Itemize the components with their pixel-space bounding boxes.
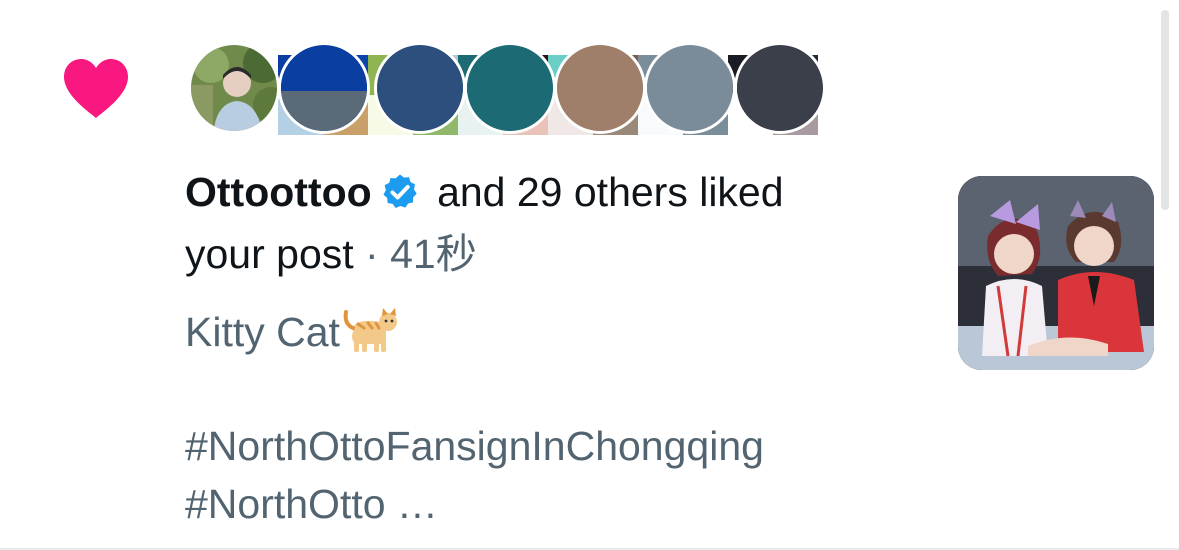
like-notification[interactable]: Ottoottoo and 29 others liked your post …: [0, 0, 1179, 550]
scrollbar[interactable]: [1161, 10, 1169, 210]
avatar-4[interactable]: [464, 42, 556, 134]
post-thumbnail[interactable]: [958, 176, 1154, 370]
hashtag-link-2[interactable]: #NorthOtto …: [185, 480, 438, 528]
separator: ·: [353, 231, 391, 277]
action-text-2: your post: [185, 231, 354, 277]
verified-badge-icon: [383, 174, 417, 208]
heart-icon: [64, 59, 128, 118]
post-text: Kitty Cat: [185, 306, 398, 356]
avatar-2[interactable]: [278, 42, 370, 134]
timestamp: 41秒: [390, 231, 477, 277]
post-text-content: Kitty Cat: [185, 309, 340, 355]
avatar-6[interactable]: [644, 42, 736, 134]
user-name-link[interactable]: Ottoottoo: [185, 169, 372, 215]
notification-subtitle: your post · 41秒: [185, 230, 477, 278]
cat-emoji-icon: [343, 308, 397, 352]
avatar-ottoottoo[interactable]: [188, 42, 280, 134]
avatar-7[interactable]: [734, 42, 826, 134]
avatar-5[interactable]: [554, 42, 646, 134]
notification-title: Ottoottoo and 29 others liked: [185, 168, 784, 216]
action-text: and 29 others liked: [425, 169, 784, 215]
avatar-3[interactable]: [374, 42, 466, 134]
hashtag-link-1[interactable]: #NorthOttoFansignInChongqing: [185, 422, 764, 470]
